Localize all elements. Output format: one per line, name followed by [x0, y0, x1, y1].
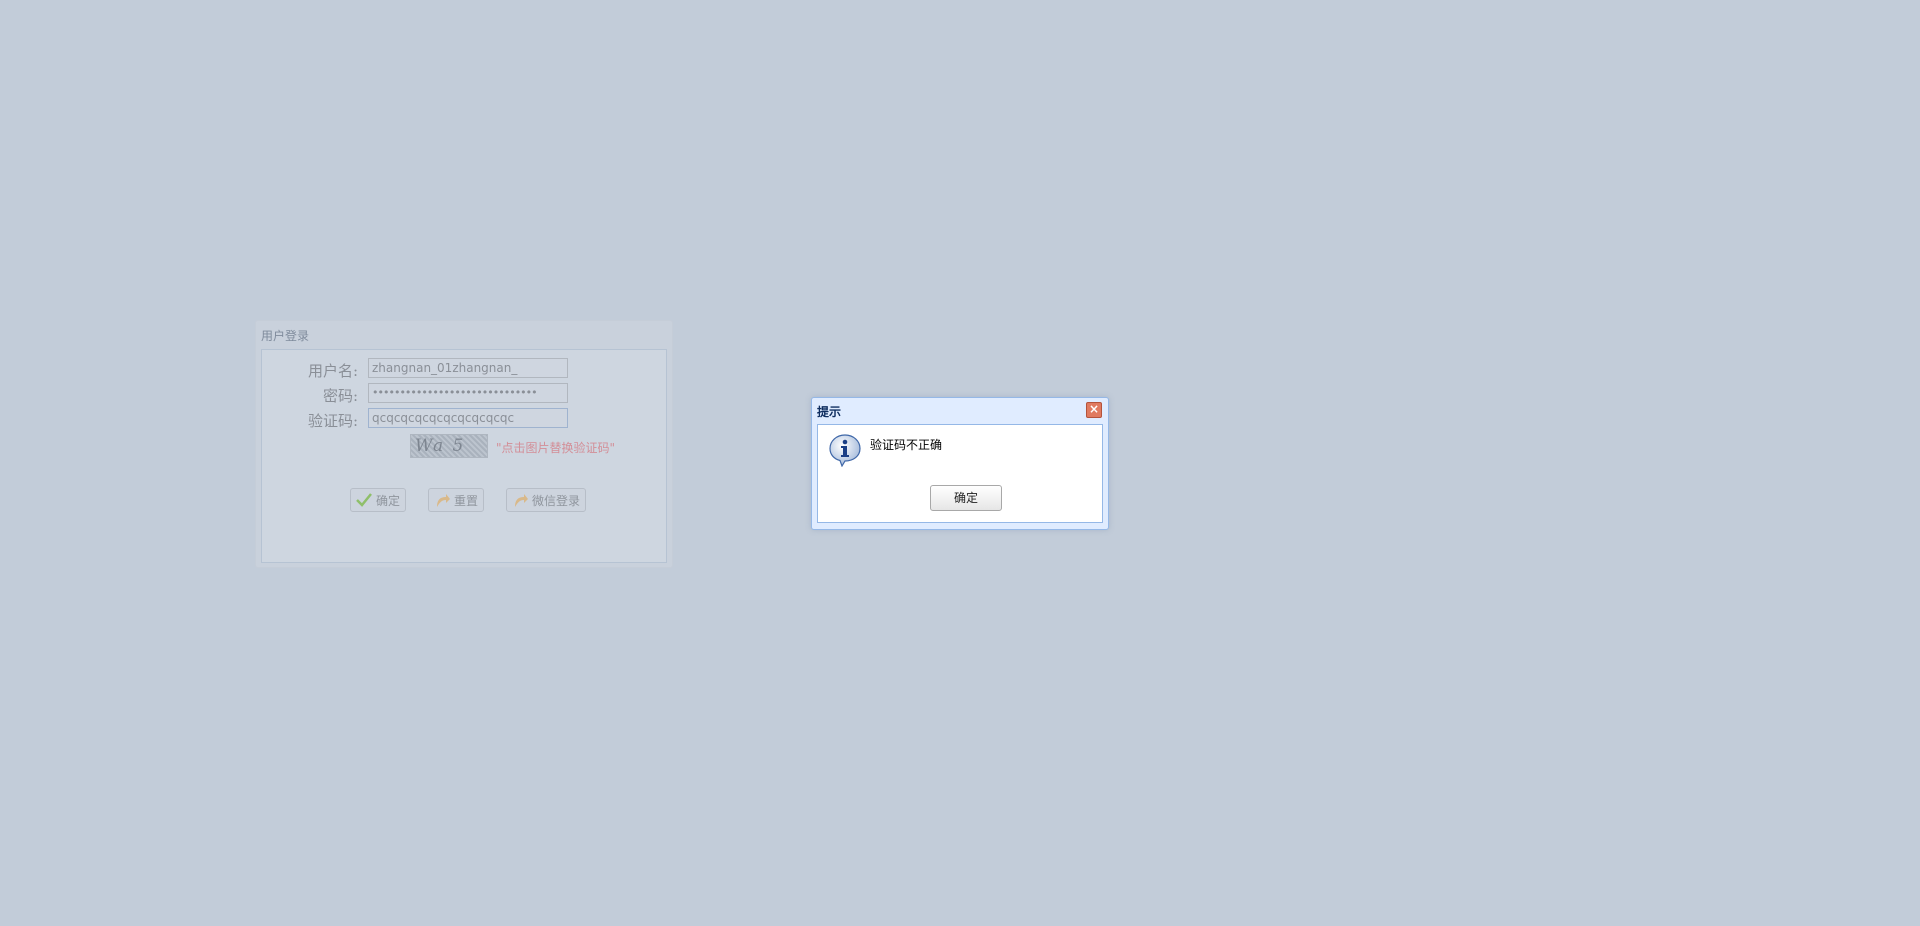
- redo-arrow-icon: [515, 494, 528, 507]
- check-icon: [356, 493, 372, 507]
- login-panel-title: 用户登录: [261, 329, 310, 343]
- username-row: 用户名: zhangnan_01zhangnan_: [262, 358, 666, 380]
- captcha-row: 验证码: qcqcqcqcqcqcqcqcqcqc: [262, 408, 666, 430]
- wechat-login-button-label: 微信登录: [532, 493, 581, 508]
- reset-button[interactable]: 重置: [428, 488, 485, 512]
- password-row: 密码: ••••••••••••••••••••••••••••••: [262, 383, 666, 405]
- reset-button-label: 重置: [454, 493, 479, 508]
- alert-dialog: 提示 × 验证码不正确 确定: [811, 397, 1109, 530]
- dialog-title: 提示: [817, 405, 842, 419]
- password-input[interactable]: ••••••••••••••••••••••••••••••: [368, 383, 568, 403]
- login-form: 用户名: zhangnan_01zhangnan_ 密码: ••••••••••…: [261, 349, 667, 563]
- confirm-button[interactable]: 确定: [350, 488, 407, 512]
- dialog-message: 验证码不正确: [870, 438, 943, 452]
- captcha-image[interactable]: Wa 5: [410, 434, 488, 458]
- wechat-login-button[interactable]: 微信登录: [506, 488, 587, 512]
- captcha-label: 验证码:: [307, 412, 358, 430]
- dialog-body: 验证码不正确 确定: [817, 424, 1103, 523]
- redo-arrow-icon: [437, 494, 450, 507]
- captcha-refresh-hint: "点击图片替换验证码": [496, 441, 616, 455]
- password-label: 密码:: [322, 387, 358, 405]
- close-icon[interactable]: ×: [1086, 402, 1102, 418]
- confirm-button-label: 确定: [376, 493, 401, 508]
- login-panel: 用户登录 用户名: zhangnan_01zhangnan_ 密码: •••••…: [255, 320, 673, 568]
- info-icon: [829, 434, 861, 467]
- username-input[interactable]: zhangnan_01zhangnan_: [368, 358, 568, 378]
- username-label: 用户名:: [307, 362, 358, 380]
- captcha-input[interactable]: qcqcqcqcqcqcqcqcqcqc: [368, 408, 568, 428]
- dialog-ok-button[interactable]: 确定: [930, 485, 1002, 511]
